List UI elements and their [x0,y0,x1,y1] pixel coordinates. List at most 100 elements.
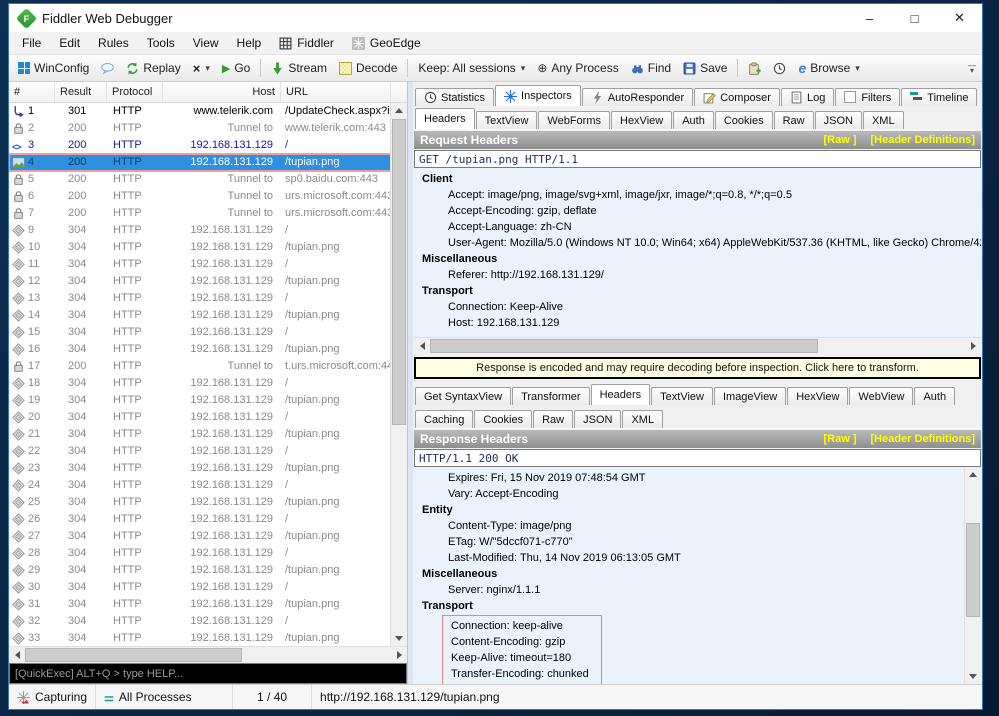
tab-cookies[interactable]: Cookies [474,410,532,428]
tab-json[interactable]: JSON [815,111,862,129]
tab-headers[interactable]: Headers [415,108,475,129]
column-header-result[interactable]: Result [55,82,107,102]
tab-webforms[interactable]: WebForms [538,111,610,129]
menu-item-file[interactable]: File [13,32,50,54]
session-list-vscrollbar[interactable] [390,103,407,646]
header-item[interactable]: Content-Encoding: gzip [443,634,601,650]
minimize-button[interactable]: – [847,4,892,32]
header-item[interactable]: Content-Type: image/png [414,518,964,534]
tab-get-syntaxview[interactable]: Get SyntaxView [415,387,511,405]
timer-button[interactable] [768,60,791,77]
menu-item-edit[interactable]: Edit [50,32,89,54]
table-row[interactable]: 15304HTTP192.168.131.129/ [9,324,391,341]
table-row[interactable]: 28304HTTP192.168.131.129/ [9,545,391,562]
column-header-host[interactable]: Host [163,82,281,102]
table-row[interactable]: 17200HTTPTunnel tot.urs.microsoft.com:44… [9,358,391,375]
header-item[interactable]: Referer: http://192.168.131.129/ [414,267,981,283]
response-vscrollbar[interactable] [964,467,981,684]
tab-xml[interactable]: XML [863,111,904,129]
browse-button[interactable]: e Browse ▾ [793,59,864,77]
tab-raw[interactable]: Raw [533,410,573,428]
tab-auth[interactable]: Auth [914,387,955,405]
tab-log[interactable]: Log [781,88,834,106]
tab-webview[interactable]: WebView [849,387,913,405]
header-item[interactable]: Transfer-Encoding: chunked [443,666,601,682]
decode-button[interactable]: Decode [334,59,402,77]
header-item[interactable]: Server: nginx/1.1.1 [414,582,964,598]
table-row[interactable]: 33304HTTP192.168.131.129/tupian.png [9,630,391,646]
tab-hexview[interactable]: HexView [611,111,672,129]
tab-timeline[interactable]: Timeline [901,88,977,106]
table-row[interactable]: 4200HTTP192.168.131.129/tupian.png [9,154,391,171]
save-button[interactable]: Save [678,59,732,77]
menu-item-fiddler[interactable]: Fiddler [270,32,343,54]
process-filter[interactable]: ⚌ All Processes [96,685,233,709]
quickexec-input[interactable]: [QuickExec] ALT+Q > type HELP... [9,663,407,684]
scroll-up-arrow[interactable] [391,103,407,118]
table-row[interactable]: 16304HTTP192.168.131.129/tupian.png [9,341,391,358]
go-button[interactable]: ▶ Go [217,59,255,77]
table-row[interactable]: 32304HTTP192.168.131.129/ [9,613,391,630]
tab-textview[interactable]: TextView [651,387,713,405]
header-group[interactable]: Transport [414,598,964,614]
header-definitions-link[interactable]: [Header Definitions] [870,134,975,146]
table-row[interactable]: 27304HTTP192.168.131.129/tupian.png [9,528,391,545]
header-item[interactable]: ETag: W/"5dccf071-c770" [414,534,964,550]
find-button[interactable]: Find [626,59,676,77]
request-hscrollbar[interactable] [414,337,981,354]
header-item[interactable]: Host: 192.168.131.129 [414,315,981,331]
tab-transformer[interactable]: Transformer [512,387,590,405]
header-item[interactable]: Keep-Alive: timeout=180 [443,650,601,666]
table-row[interactable]: 9304HTTP192.168.131.129/ [9,222,391,239]
tab-imageview[interactable]: ImageView [714,387,786,405]
table-row[interactable]: 19304HTTP192.168.131.129/tupian.png [9,392,391,409]
scroll-down-arrow[interactable] [965,669,981,684]
header-item[interactable]: Vary: Accept-Encoding [414,486,964,502]
table-row[interactable]: 26304HTTP192.168.131.129/ [9,511,391,528]
header-item[interactable]: Expires: Fri, 15 Nov 2019 07:48:54 GMT [414,470,964,486]
menu-item-tools[interactable]: Tools [138,32,184,54]
header-group[interactable]: Transport [414,283,981,299]
session-list-header[interactable]: # Result Protocol Host URL [9,82,407,103]
header-group[interactable]: Miscellaneous [414,251,981,267]
header-group[interactable]: Miscellaneous [414,566,964,582]
table-row[interactable]: 29304HTTP192.168.131.129/tupian.png [9,562,391,579]
tab-raw[interactable]: Raw [774,111,814,129]
header-group[interactable]: Client [414,171,981,187]
comment-button[interactable] [96,60,119,77]
table-row[interactable]: 14304HTTP192.168.131.129/tupian.png [9,307,391,324]
scroll-right-arrow[interactable] [391,647,407,663]
table-row[interactable]: 20304HTTP192.168.131.129/ [9,409,391,426]
menu-item-help[interactable]: Help [228,32,271,54]
table-row[interactable]: 7200HTTPTunnel tours.microsoft.com:443 [9,205,391,222]
tab-textview[interactable]: TextView [476,111,538,129]
table-row[interactable]: 30304HTTP192.168.131.129/ [9,579,391,596]
header-group[interactable]: Entity [414,502,964,518]
any-process-button[interactable]: ⊕ Any Process [532,59,623,77]
scroll-left-arrow[interactable] [9,647,25,663]
table-row[interactable]: 22304HTTP192.168.131.129/ [9,443,391,460]
tab-headers[interactable]: Headers [591,384,651,405]
tab-auth[interactable]: Auth [673,111,714,129]
table-row[interactable]: 11304HTTP192.168.131.129/ [9,256,391,273]
table-row[interactable]: 13304HTTP192.168.131.129/ [9,290,391,307]
header-item[interactable]: Connection: Keep-Alive [414,299,981,315]
session-list-hscrollbar[interactable] [9,646,407,663]
raw-link[interactable]: [Raw ] [823,134,856,146]
hscroll-thumb[interactable] [25,648,242,662]
table-row[interactable]: 21304HTTP192.168.131.129/tupian.png [9,426,391,443]
table-row[interactable]: 12304HTTP192.168.131.129/tupian.png [9,273,391,290]
header-item[interactable]: Connection: keep-alive [443,618,601,634]
keep-sessions-dropdown[interactable]: Keep: All sessions ▾ [413,59,530,77]
vscroll-thumb[interactable] [966,523,980,616]
tab-xml[interactable]: XML [622,410,663,428]
tab-composer[interactable]: Composer [694,88,780,106]
menu-item-view[interactable]: View [184,32,228,54]
table-row[interactable]: 1301HTTPwww.telerik.com/UpdateCheck.aspx… [9,103,391,120]
remove-sessions-button[interactable]: × ▾ [188,59,215,78]
header-definitions-link[interactable]: [Header Definitions] [870,433,975,445]
table-row[interactable]: <>3200HTTP192.168.131.129/ [9,137,391,154]
hscroll-thumb[interactable] [430,339,818,353]
header-item[interactable]: Last-Modified: Thu, 14 Nov 2019 06:13:05… [414,550,964,566]
table-row[interactable]: 25304HTTP192.168.131.129/tupian.png [9,494,391,511]
